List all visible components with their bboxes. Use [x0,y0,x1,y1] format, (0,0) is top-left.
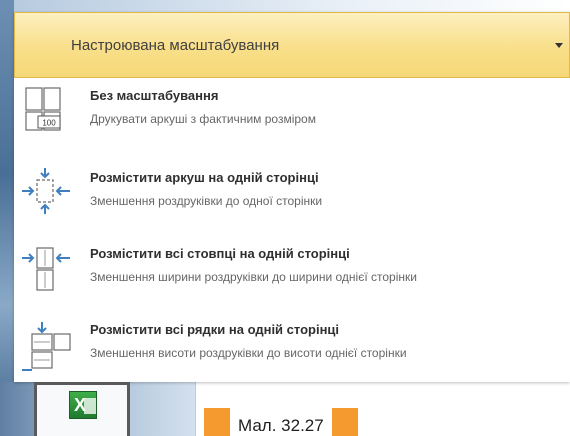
option-description: Зменшення роздруківки до одної сторінки [90,194,323,208]
option-description: Зменшення ширини роздруківки до ширини о… [90,270,417,284]
scaling-dropdown: Настроювана масштабування 100 Без масшта… [14,12,570,382]
option-description: Друкувати аркуші з фактичним розміром [90,112,316,126]
excel-icon: X [69,391,97,419]
option-fit-columns[interactable]: Розмістити всі стовпці на одній сторінці… [14,238,570,318]
scaling-select[interactable]: Настроювана масштабування [14,12,570,78]
fit-sheet-icon [22,168,70,214]
option-title: Розмістити всі рядки на одній сторінці [90,322,340,337]
excel-app-tile[interactable]: X [34,382,130,436]
divider [195,382,196,436]
option-fit-sheet[interactable]: Розмістити аркуш на одній сторінці Зменш… [14,158,570,228]
fit-rows-icon [22,322,71,371]
caption-marker-left [204,408,230,436]
no-scaling-icon-label: 100 [42,119,56,128]
option-title: Розмістити всі стовпці на одній сторінці [90,246,350,261]
caption-marker-right [332,408,358,436]
figure-caption: Мал. 32.27 [238,416,324,435]
option-no-scaling[interactable]: 100 Без масштабування Друкувати аркуші з… [14,78,570,148]
chevron-down-icon[interactable] [555,43,563,48]
selected-scaling-label: Настроювана масштабування [71,37,280,54]
background-left [0,0,14,436]
background-top [14,0,570,12]
option-title: Розмістити аркуш на одній сторінці [90,170,319,185]
option-title: Без масштабування [90,88,219,103]
fit-columns-icon [22,247,70,291]
no-scaling-icon: 100 [25,87,61,131]
option-description: Зменшення висоти роздруківки до висоти о… [90,346,407,360]
option-fit-rows[interactable]: Розмістити всі рядки на одній сторінці З… [14,318,570,382]
